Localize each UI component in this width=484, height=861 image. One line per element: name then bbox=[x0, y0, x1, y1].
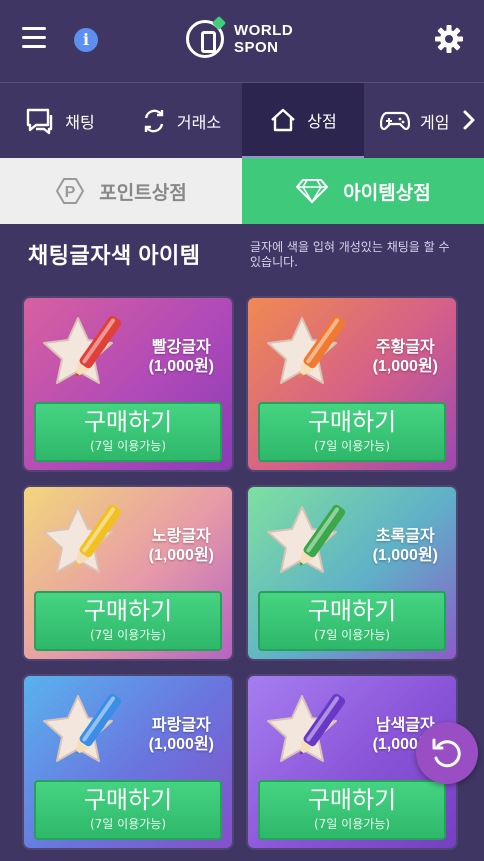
refresh-icon bbox=[432, 738, 461, 768]
buy-button-label: 구매하기 bbox=[307, 409, 397, 436]
buy-button-period: (7일 이용가능) bbox=[89, 439, 166, 453]
item-price: (1,000원) bbox=[148, 358, 214, 375]
exchange-icon bbox=[144, 109, 164, 132]
buy-button-period: (7일 이용가능) bbox=[89, 628, 166, 642]
tab-shop[interactable]: 상점 bbox=[242, 83, 364, 158]
tab-item-shop-label: 아이템상점 bbox=[343, 182, 431, 204]
logo-text: WORLD SPON bbox=[234, 22, 293, 56]
tab-point-shop[interactable]: P 포인트상점 bbox=[0, 158, 242, 224]
item-title: 파랑글자 bbox=[151, 717, 211, 734]
item-name: 초록글자 (1,000원) bbox=[373, 527, 438, 565]
item-title: 빨강글자 bbox=[151, 339, 211, 356]
app-logo: WORLD SPON bbox=[186, 14, 306, 68]
info-icon[interactable]: i bbox=[74, 28, 98, 52]
item-card-green: 초록글자 (1,000원) 구매하기 (7일 이용가능) bbox=[248, 487, 456, 659]
refresh-button[interactable] bbox=[416, 722, 478, 784]
buy-button-label: 구매하기 bbox=[307, 787, 397, 814]
item-card-yellow: 노랑글자 (1,000원) 구매하기 (7일 이용가능) bbox=[24, 487, 232, 659]
item-name: 주황글자 (1,000원) bbox=[373, 338, 438, 376]
home-icon bbox=[271, 108, 296, 131]
section-title: 채팅글자색 아이템 bbox=[28, 243, 201, 268]
section-description: 글자에 색을 입혀 개성있는 채팅을 할 수 있습니다. bbox=[250, 240, 450, 269]
star-pencil-icon bbox=[43, 504, 122, 573]
main-tab-bar: 채팅 거래소 상점 게임 bbox=[0, 83, 484, 158]
item-card-orange: 주황글자 (1,000원) 구매하기 (7일 이용가능) bbox=[248, 298, 456, 470]
item-title: 주황글자 bbox=[375, 339, 435, 356]
item-name: 빨강글자 (1,000원) bbox=[149, 338, 214, 376]
buy-button[interactable]: 구매하기 (7일 이용가능) bbox=[258, 780, 446, 840]
item-price: (1,000원) bbox=[372, 547, 438, 564]
buy-button-label: 구매하기 bbox=[307, 598, 397, 625]
star-pencil-icon bbox=[267, 315, 346, 384]
point-coin-icon: P bbox=[56, 178, 85, 204]
buy-button-label: 구매하기 bbox=[83, 598, 173, 625]
tab-chat-label: 채팅 bbox=[65, 114, 95, 132]
item-price: (1,000원) bbox=[148, 736, 214, 753]
buy-button-label: 구매하기 bbox=[83, 787, 173, 814]
item-card-red: 빨강글자 (1,000원) 구매하기 (7일 이용가능) bbox=[24, 298, 232, 470]
tab-game-label: 게임 bbox=[420, 114, 450, 132]
item-name: 노랑글자 (1,000원) bbox=[149, 527, 214, 565]
tab-exchange-label: 거래소 bbox=[176, 114, 222, 132]
item-title: 초록글자 bbox=[375, 528, 435, 545]
buy-button[interactable]: 구매하기 (7일 이용가능) bbox=[258, 591, 446, 651]
gamepad-icon bbox=[380, 111, 410, 130]
buy-button[interactable]: 구매하기 (7일 이용가능) bbox=[258, 402, 446, 462]
tab-shop-label: 상점 bbox=[307, 113, 337, 131]
buy-button[interactable]: 구매하기 (7일 이용가능) bbox=[34, 402, 222, 462]
item-price: (1,000원) bbox=[372, 358, 438, 375]
diamond-icon bbox=[295, 179, 329, 204]
logo-line1: WORLD bbox=[234, 22, 294, 39]
tab-exchange[interactable]: 거래소 bbox=[120, 83, 242, 158]
item-title: 노랑글자 bbox=[151, 528, 211, 545]
top-bar: i WORLD SPON bbox=[0, 0, 484, 83]
tab-chat[interactable]: 채팅 bbox=[0, 83, 120, 158]
buy-button-period: (7일 이용가능) bbox=[313, 817, 390, 831]
buy-button-label: 구매하기 bbox=[83, 409, 173, 436]
item-price: (1,000원) bbox=[148, 547, 214, 564]
buy-button-period: (7일 이용가능) bbox=[313, 439, 390, 453]
chevron-right-icon[interactable] bbox=[462, 109, 476, 131]
chat-icon bbox=[27, 108, 53, 134]
buy-button[interactable]: 구매하기 (7일 이용가능) bbox=[34, 780, 222, 840]
star-pencil-icon bbox=[267, 693, 346, 762]
item-name: 파랑글자 (1,000원) bbox=[149, 716, 214, 754]
tab-game[interactable]: 게임 bbox=[364, 83, 466, 158]
gear-icon[interactable] bbox=[434, 24, 464, 54]
tab-item-shop[interactable]: 아이템상점 bbox=[242, 158, 484, 224]
logo-line2: SPON bbox=[234, 39, 279, 56]
star-pencil-icon bbox=[43, 693, 122, 762]
star-pencil-icon bbox=[267, 504, 346, 573]
shop-tabs: P 포인트상점 아이템상점 bbox=[0, 158, 484, 224]
star-pencil-icon bbox=[43, 315, 122, 384]
buy-button-period: (7일 이용가능) bbox=[313, 628, 390, 642]
buy-button[interactable]: 구매하기 (7일 이용가능) bbox=[34, 591, 222, 651]
item-card-blue: 파랑글자 (1,000원) 구매하기 (7일 이용가능) bbox=[24, 676, 232, 848]
buy-button-period: (7일 이용가능) bbox=[89, 817, 166, 831]
tab-point-shop-label: 포인트상점 bbox=[99, 182, 187, 204]
hamburger-icon[interactable] bbox=[22, 27, 46, 49]
svg-text:P: P bbox=[65, 184, 76, 201]
